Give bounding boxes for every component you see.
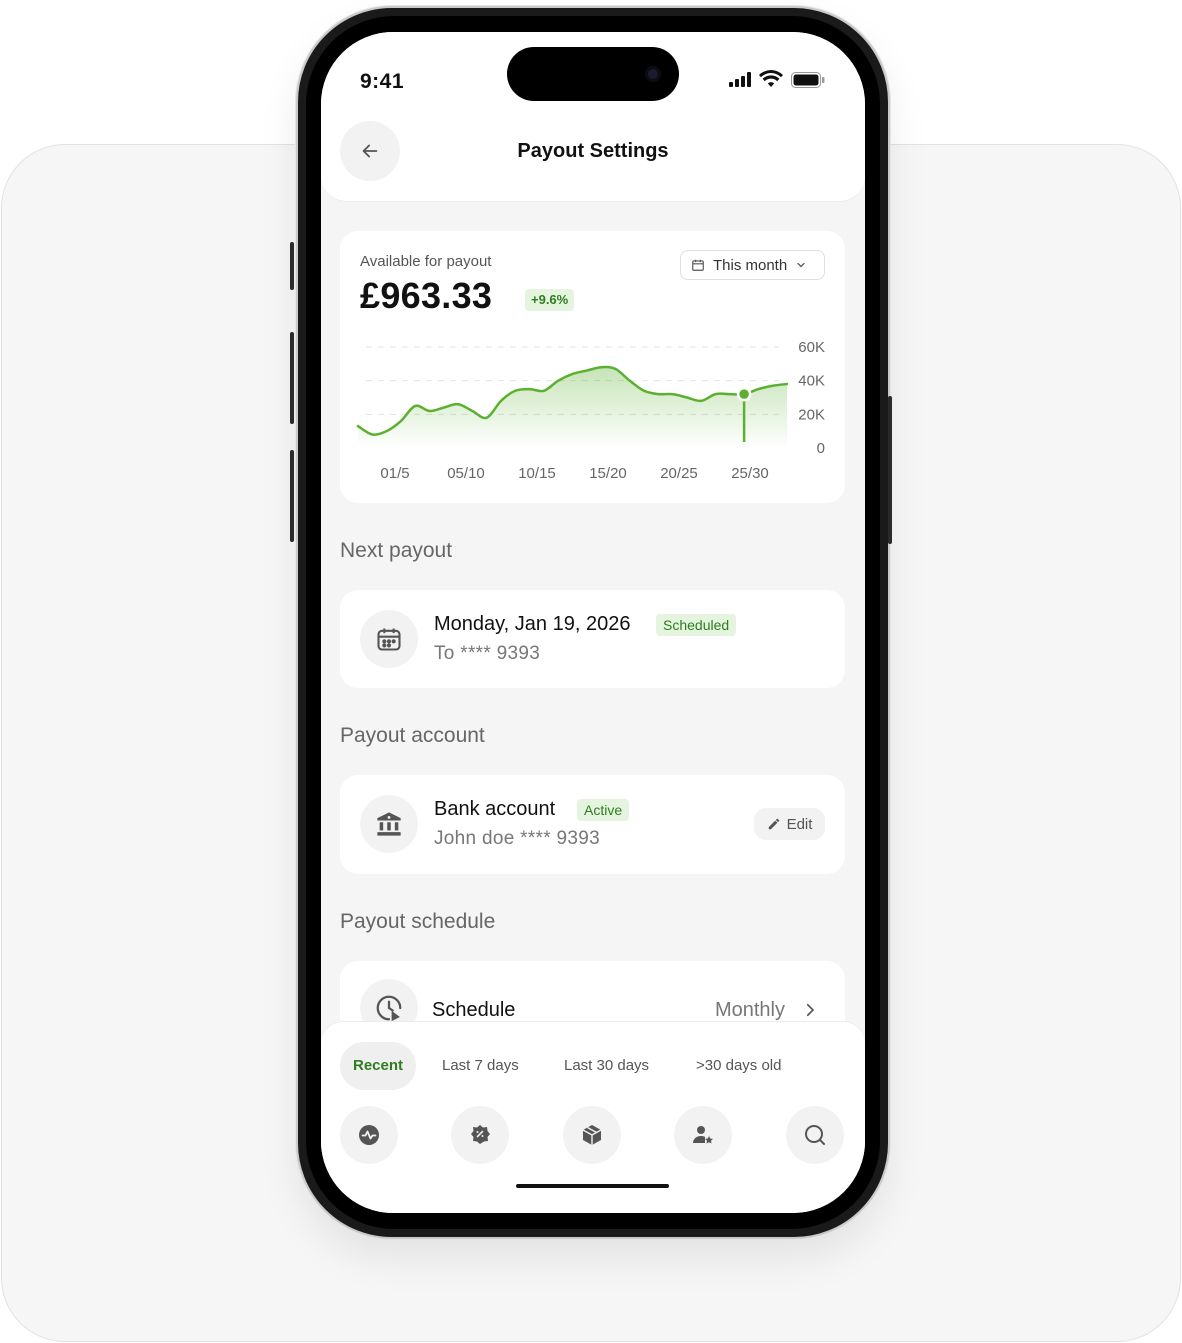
y-tick-label: 0 — [817, 440, 825, 457]
next-payout-card: Monday, Jan 19, 2026 Scheduled To **** 9… — [340, 590, 845, 688]
payout-destination: To **** 9393 — [434, 643, 541, 664]
x-tick-label: 05/10 — [447, 465, 485, 482]
highlight-point — [736, 386, 752, 402]
dynamic-island — [507, 47, 679, 101]
x-tick-label: 15/20 — [589, 465, 627, 482]
y-tick-label: 20K — [798, 406, 825, 423]
y-tick-label: 60K — [798, 339, 825, 356]
active-badge: Active — [577, 799, 630, 821]
filter-last-7-days[interactable]: Last 7 days — [442, 1042, 519, 1090]
schedule-value: Monthly — [714, 999, 785, 1021]
account-detail: John doe **** 9393 — [434, 828, 600, 849]
bank-icon-wrap — [360, 795, 418, 853]
bottom-panel: Recent Last 7 days Last 30 days >30 days… — [321, 1022, 865, 1213]
filter-older-30-days[interactable]: >30 days old — [696, 1042, 781, 1090]
date-range-dropdown[interactable]: This month — [680, 250, 825, 280]
volume-up-button — [290, 332, 294, 424]
wifi-icon — [759, 70, 783, 87]
payout-schedule-heading: Payout schedule — [340, 910, 496, 933]
page-title: Payout Settings — [517, 140, 669, 162]
x-tick-label: 01/5 — [380, 465, 409, 482]
power-button — [888, 396, 892, 544]
nav-products[interactable] — [563, 1106, 621, 1164]
x-tick-label: 10/15 — [518, 465, 556, 482]
next-payout-heading: Next payout — [340, 539, 453, 562]
user-star-icon — [693, 1126, 713, 1144]
pencil-icon — [768, 818, 779, 830]
package-icon — [582, 1125, 602, 1145]
search-icon — [805, 1125, 825, 1145]
activity-icon — [359, 1125, 379, 1145]
calendar-icon — [692, 259, 704, 271]
y-tick-label: 40K — [798, 373, 825, 390]
calendar-icon — [377, 628, 401, 651]
status-bar: 9:41 — [321, 32, 865, 122]
volume-down-button — [290, 450, 294, 542]
home-indicator — [516, 1184, 669, 1188]
scheduled-badge: Scheduled — [656, 614, 737, 636]
available-label: Available for payout — [360, 253, 492, 270]
nav-discounts[interactable] — [451, 1106, 509, 1164]
battery-icon — [791, 72, 825, 88]
account-name: Bank account — [434, 798, 556, 820]
edit-account-button[interactable]: Edit — [754, 808, 825, 840]
discount-tag-icon — [471, 1125, 490, 1144]
chevron-down-icon — [797, 262, 805, 268]
payout-account-heading: Payout account — [340, 724, 485, 747]
filter-last-30-days[interactable]: Last 30 days — [564, 1042, 649, 1090]
payout-balance-card: Available for payout £963.33 +9.6% This … — [340, 231, 845, 503]
bank-icon — [377, 812, 401, 836]
calendar-icon-wrap — [360, 610, 418, 668]
nav-customers[interactable] — [674, 1106, 732, 1164]
x-tick-label: 25/30 — [731, 465, 769, 482]
nav-activity[interactable] — [340, 1106, 398, 1164]
nav-search[interactable] — [786, 1106, 844, 1164]
mute-switch — [290, 242, 294, 290]
x-tick-label: 20/25 — [660, 465, 698, 482]
payout-date: Monday, Jan 19, 2026 — [434, 613, 631, 635]
clock-icon — [376, 995, 402, 1022]
edit-label: Edit — [786, 815, 813, 833]
payout-account-card: Bank account Active John doe **** 9393 E… — [340, 775, 845, 874]
cellular-signal-icon — [729, 72, 751, 87]
schedule-label: Schedule — [432, 999, 516, 1021]
status-time: 9:41 — [360, 70, 405, 93]
growth-badge: +9.6% — [525, 289, 575, 311]
filter-recent[interactable]: Recent — [340, 1042, 417, 1090]
available-amount: £963.33 — [360, 275, 493, 316]
phone-screen: Payout Settings 9:41 Available for payou… — [321, 32, 865, 1213]
payout-chart: 60K 40K 20K 0 01/5 05/10 10/15 15/20 20/25 25/30 — [356, 339, 825, 482]
chevron-right-icon — [806, 1003, 815, 1017]
date-range-label: This month — [713, 256, 788, 274]
